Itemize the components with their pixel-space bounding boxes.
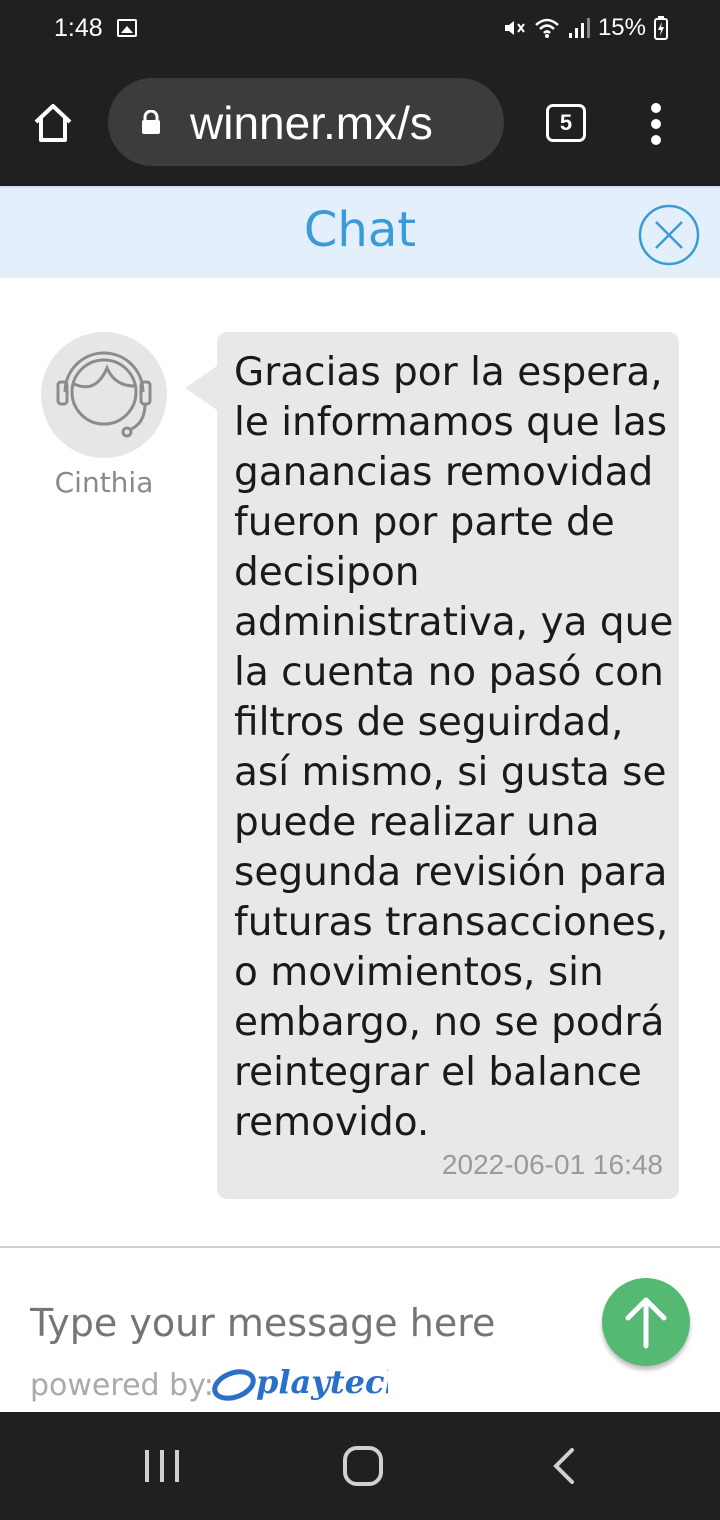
address-bar[interactable]: winner.mx/s	[108, 78, 504, 166]
svg-text:playtech: playtech	[256, 1363, 388, 1401]
avatar	[41, 332, 167, 458]
message-timestamp: 2022-06-01 16:48	[441, 1149, 663, 1180]
message-composer: powered by: playtech	[0, 1246, 720, 1412]
message-text: Gracias por la espera, le informamos que…	[234, 350, 674, 1145]
agent-name: Cinthia	[54, 466, 154, 499]
close-icon[interactable]	[638, 204, 700, 266]
status-bar: 1:48 15%	[0, 0, 720, 60]
message-bubble: Gracias por la espera, le informamos que…	[185, 332, 679, 1199]
headset-agent-icon	[56, 351, 152, 438]
back-icon[interactable]	[550, 1446, 578, 1486]
status-indicators: 15%	[502, 14, 668, 42]
status-time: 1:48	[54, 14, 103, 42]
mute-icon	[504, 21, 525, 35]
browser-toolbar: winner.mx/s 5	[0, 60, 720, 186]
chat-header: Chat	[0, 186, 720, 278]
chat-title: Chat	[303, 202, 417, 258]
signal-icon	[568, 18, 590, 38]
battery-charging-icon	[654, 16, 668, 40]
tabs-button[interactable]: 5	[546, 104, 586, 142]
battery-percent: 15%	[597, 14, 646, 41]
nav-home-icon[interactable]	[342, 1445, 384, 1487]
send-button[interactable]	[602, 1278, 690, 1366]
recents-icon[interactable]	[142, 1448, 182, 1484]
message-input[interactable]	[30, 1296, 570, 1350]
url-text[interactable]: winner.mx/s	[190, 96, 433, 150]
wifi-icon	[535, 18, 559, 38]
powered-by-label: powered by:	[30, 1368, 214, 1403]
image-notification-icon	[117, 19, 137, 37]
system-navigation-bar	[0, 1412, 720, 1520]
more-vert-icon[interactable]	[648, 100, 664, 148]
lock-icon	[142, 110, 160, 134]
playtech-logo: playtech	[212, 1363, 388, 1401]
home-icon[interactable]	[30, 100, 76, 146]
chat-messages[interactable]: Cinthia Gracias por la espera, le inform…	[0, 278, 720, 1246]
tab-count: 5	[559, 110, 573, 135]
